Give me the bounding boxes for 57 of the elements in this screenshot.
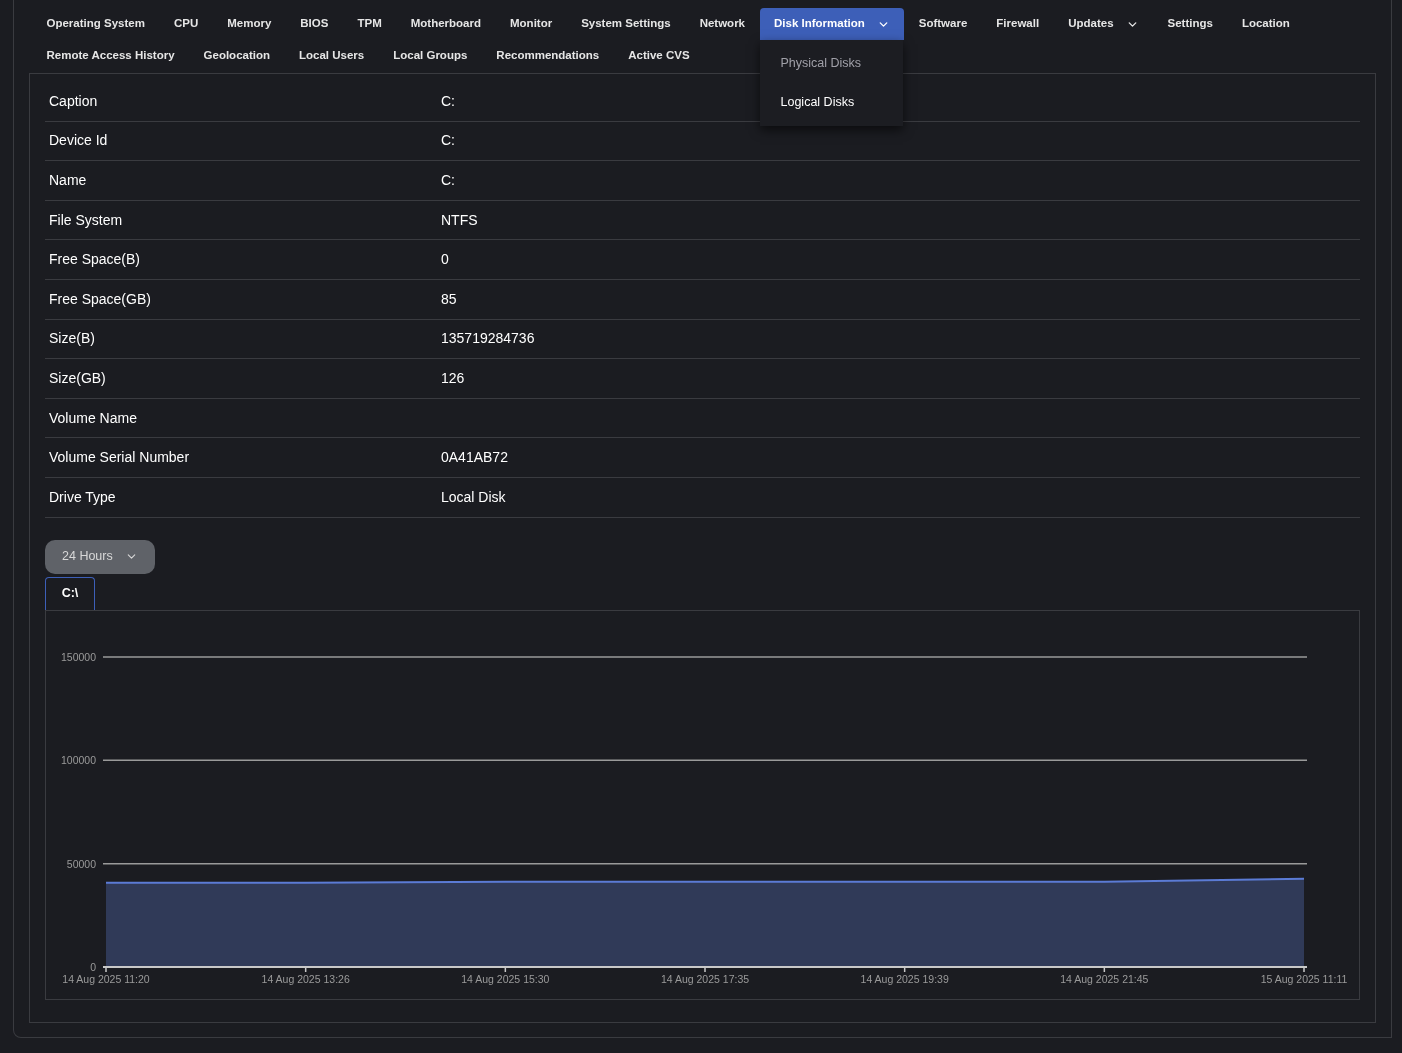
property-label: Free Space(GB) <box>48 289 152 309</box>
nav-tab[interactable]: Settings <box>1153 8 1228 40</box>
nav-tab[interactable]: Motherboard <box>396 8 496 40</box>
axis-label: 0 <box>90 960 96 973</box>
property-value: 0A41AB72 <box>441 448 508 468</box>
nav-tab[interactable]: Active CVS <box>613 40 705 72</box>
property-label: File System <box>48 210 124 230</box>
nav-tab[interactable]: BIOS <box>285 8 343 40</box>
nav-tab[interactable]: Local Users <box>284 40 379 72</box>
nav-tab[interactable]: TPM <box>342 8 397 40</box>
nav-tab[interactable]: Recommendations <box>481 40 614 72</box>
nav-tab[interactable]: Local Groups <box>378 40 482 72</box>
nav-tab[interactable]: Network <box>685 8 760 40</box>
axis-label: 150000 <box>60 650 96 663</box>
property-value: 135719284736 <box>441 329 535 349</box>
nav-tab[interactable]: System Settings <box>566 8 686 40</box>
property-value: 126 <box>441 368 465 388</box>
axis-label: 50000 <box>66 857 96 870</box>
axis-label: 14 Aug 2025 21:45 <box>1060 972 1149 985</box>
axis-label: 14 Aug 2025 13:26 <box>261 972 350 985</box>
property-value: C: <box>441 171 455 190</box>
property-label: Size(B) <box>48 329 96 349</box>
nav-tab[interactable]: Monitor <box>495 8 567 40</box>
drive-tab[interactable]: C:\ <box>45 576 95 610</box>
axis-label: 14 Aug 2025 11:20 <box>62 972 150 985</box>
range-dropdown[interactable]: 24 Hours <box>45 539 155 574</box>
property-value: C: <box>441 131 455 151</box>
property-label: Caption <box>48 91 99 111</box>
property-label: Volume Name <box>48 408 138 428</box>
nav-tab[interactable]: Updates <box>1053 8 1154 40</box>
property-label: Free Space(B) <box>48 250 142 270</box>
property-value: NTFS <box>441 210 478 230</box>
property-label: Volume Serial Number <box>48 448 191 468</box>
nav-tab[interactable]: Memory <box>212 8 286 40</box>
menu-item[interactable]: Physical Disks <box>759 44 883 83</box>
nav-tab[interactable]: Firewall <box>981 8 1054 40</box>
property-value: Local Disk <box>441 487 506 507</box>
nav-tab[interactable]: Geolocation <box>189 40 285 72</box>
axis-label: 100000 <box>60 753 96 766</box>
axis-label: 14 Aug 2025 17:35 <box>660 972 750 985</box>
nav-tab[interactable]: Disk Information <box>759 8 905 40</box>
axis-label: 15 Aug 2025 11:11 <box>1260 972 1348 985</box>
property-label: Size(GB) <box>48 368 107 388</box>
nav-tab[interactable]: Location <box>1227 8 1305 40</box>
property-value: 0 <box>441 250 449 270</box>
axis-label: 14 Aug 2025 15:30 <box>461 972 550 985</box>
nav-tab[interactable]: CPU <box>159 8 213 40</box>
nav-tab[interactable]: Operating System <box>32 8 160 40</box>
property-label: Drive Type <box>48 487 117 507</box>
axis-label: 14 Aug 2025 19:39 <box>860 972 949 985</box>
property-value: 85 <box>441 289 457 309</box>
property-value: C: <box>441 91 455 111</box>
property-label: Device Id <box>48 131 109 151</box>
property-label: Name <box>48 171 88 190</box>
nav-tab[interactable]: Remote Access History <box>32 40 190 72</box>
nav-tab[interactable]: Software <box>904 8 982 40</box>
menu-item[interactable]: Logical Disks <box>759 83 876 122</box>
